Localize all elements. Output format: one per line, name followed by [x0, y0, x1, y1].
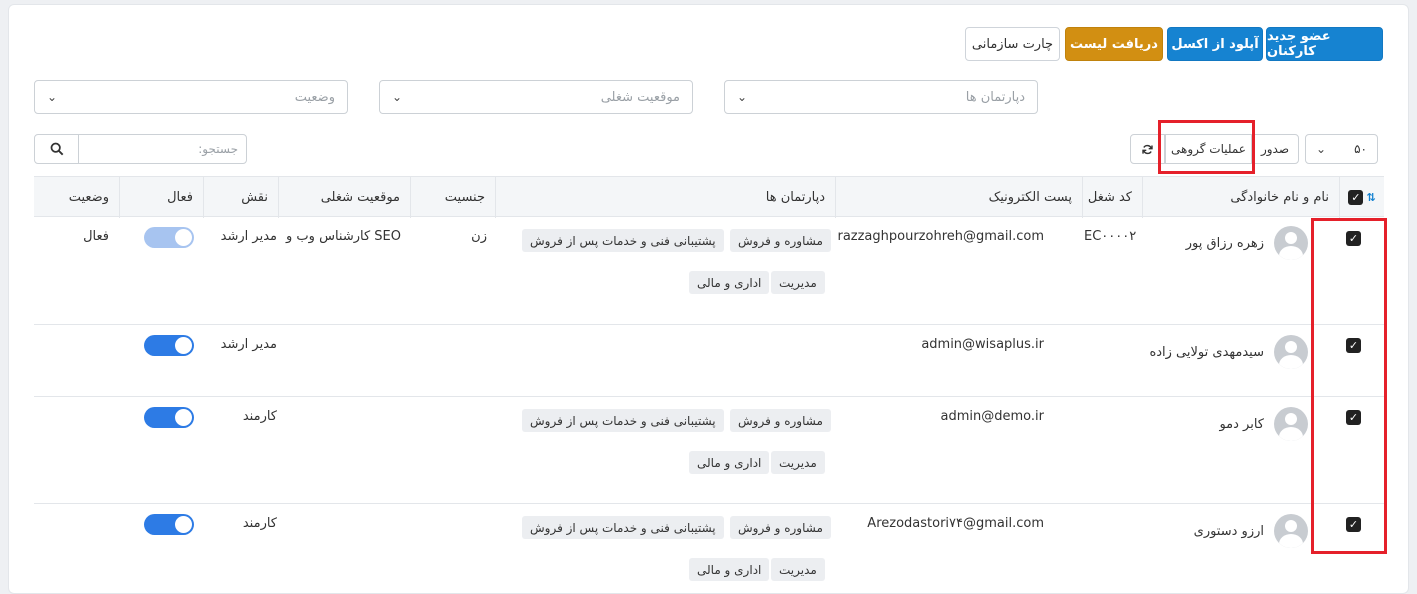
active-toggle[interactable] [144, 335, 194, 356]
new-employee-button[interactable]: عضو جدید کارکنان [1266, 27, 1383, 61]
avatar [1274, 226, 1308, 260]
departments-select[interactable]: ⌄ دپارتمان ها [724, 80, 1038, 114]
upload-excel-button[interactable]: آپلود از اکسل [1167, 27, 1263, 61]
col-email[interactable]: پست الکترونیک [835, 177, 1082, 218]
employee-status: فعال [83, 229, 109, 244]
employee-role: کارمند [242, 516, 277, 531]
department-tag: پشتیبانی فنی و خدمات پس از فروش [522, 229, 724, 252]
page-size-select[interactable]: ⌄ ۵۰ [1305, 134, 1378, 164]
employee-email: admin@wisaplus.ir [921, 337, 1044, 352]
employee-position: کارشناس وب و SEO [286, 229, 401, 244]
employee-name[interactable]: سیدمهدی تولایی زاده [1149, 345, 1264, 360]
chevron-down-icon: ⌄ [47, 90, 58, 104]
org-chart-button[interactable]: چارت سازمانی [965, 27, 1060, 61]
employee-name[interactable]: زهره رزاق پور [1186, 236, 1264, 251]
col-active[interactable]: فعال [119, 177, 203, 218]
job-code: EC۰۰۰۰۲ [1084, 229, 1137, 244]
col-name[interactable]: نام و نام خانوادگی [1142, 177, 1339, 218]
export-button[interactable]: صدور [1251, 134, 1299, 164]
department-tag: پشتیبانی فنی و خدمات پس از فروش [522, 516, 724, 539]
col-code[interactable]: کد شغل [1082, 177, 1142, 218]
avatar [1274, 514, 1308, 548]
col-gender[interactable]: جنسیت [410, 177, 495, 218]
employee-role: مدیر ارشد [220, 337, 277, 352]
page-size-value: ۵۰ [1354, 142, 1367, 156]
search-button[interactable] [35, 135, 79, 163]
avatar [1274, 335, 1308, 369]
select-all-checkbox[interactable]: ✓ [1348, 190, 1364, 205]
employee-name[interactable]: کابر دمو [1219, 417, 1264, 432]
employee-name[interactable]: ارزو دستوری [1194, 524, 1264, 539]
col-role[interactable]: نقش [203, 177, 278, 218]
department-tag: مدیریت [771, 271, 825, 294]
table-row: ✓ ارزو دستوری Arezodastori۷۴@gmail.com م… [34, 504, 1384, 594]
col-departments[interactable]: دپارتمان ها [495, 177, 835, 218]
refresh-icon [1142, 144, 1153, 154]
employee-email: admin@demo.ir [940, 409, 1044, 424]
employees-card: عضو جدید کارکنان آپلود از اکسل دریافت لی… [8, 4, 1409, 594]
search-input[interactable] [79, 135, 246, 163]
table-row: ✓ زهره رزاق پور EC۰۰۰۰۲ razzaghpourzohre… [34, 217, 1384, 325]
table-row: ✓ سیدمهدی تولایی زاده admin@wisaplus.ir … [34, 325, 1384, 397]
employee-gender: زن [471, 229, 487, 244]
bulk-actions-highlight [1158, 120, 1255, 174]
get-list-button[interactable]: دریافت لیست [1065, 27, 1163, 61]
department-tag: اداری و مالی [689, 451, 770, 474]
search-icon [50, 142, 63, 156]
active-toggle[interactable] [144, 407, 194, 428]
select-all-cell: ✓ ⇅ [1339, 177, 1384, 218]
col-status[interactable]: وضعیت [34, 177, 119, 218]
chevron-down-icon: ⌄ [392, 90, 403, 104]
chevron-down-icon: ⌄ [737, 90, 748, 104]
job-position-select-label: موقعیت شغلی [600, 89, 680, 105]
avatar [1274, 407, 1308, 441]
table-header: ✓ ⇅ نام و نام خانوادگی کد شغل پست الکترو… [34, 176, 1384, 218]
department-tag: مشاوره و فروش [730, 229, 831, 252]
status-select-label: وضعیت [294, 89, 335, 105]
search-box [34, 134, 247, 164]
departments-select-label: دپارتمان ها [965, 89, 1025, 105]
department-tag: مدیریت [771, 451, 825, 474]
chevron-down-icon: ⌄ [1316, 142, 1327, 156]
row-checkboxes-highlight [1311, 218, 1387, 554]
department-tag: مشاوره و فروش [730, 409, 831, 432]
department-tag: اداری و مالی [689, 271, 770, 294]
status-select[interactable]: ⌄ وضعیت [34, 80, 348, 114]
active-toggle[interactable] [144, 227, 194, 248]
col-position[interactable]: موقعیت شغلی [278, 177, 410, 218]
employee-email: razzaghpourzohreh@gmail.com [837, 229, 1044, 244]
department-tag: مشاوره و فروش [730, 516, 831, 539]
active-toggle[interactable] [144, 514, 194, 535]
sort-icon[interactable]: ⇅ [1366, 191, 1375, 204]
department-tag: پشتیبانی فنی و خدمات پس از فروش [522, 409, 724, 432]
employee-email: Arezodastori۷۴@gmail.com [867, 516, 1044, 531]
employee-role: مدیر ارشد [220, 229, 277, 244]
job-position-select[interactable]: ⌄ موقعیت شغلی [379, 80, 693, 114]
employee-role: کارمند [242, 409, 277, 424]
table-row: ✓ کابر دمو admin@demo.ir مشاوره و فروش پ… [34, 397, 1384, 504]
